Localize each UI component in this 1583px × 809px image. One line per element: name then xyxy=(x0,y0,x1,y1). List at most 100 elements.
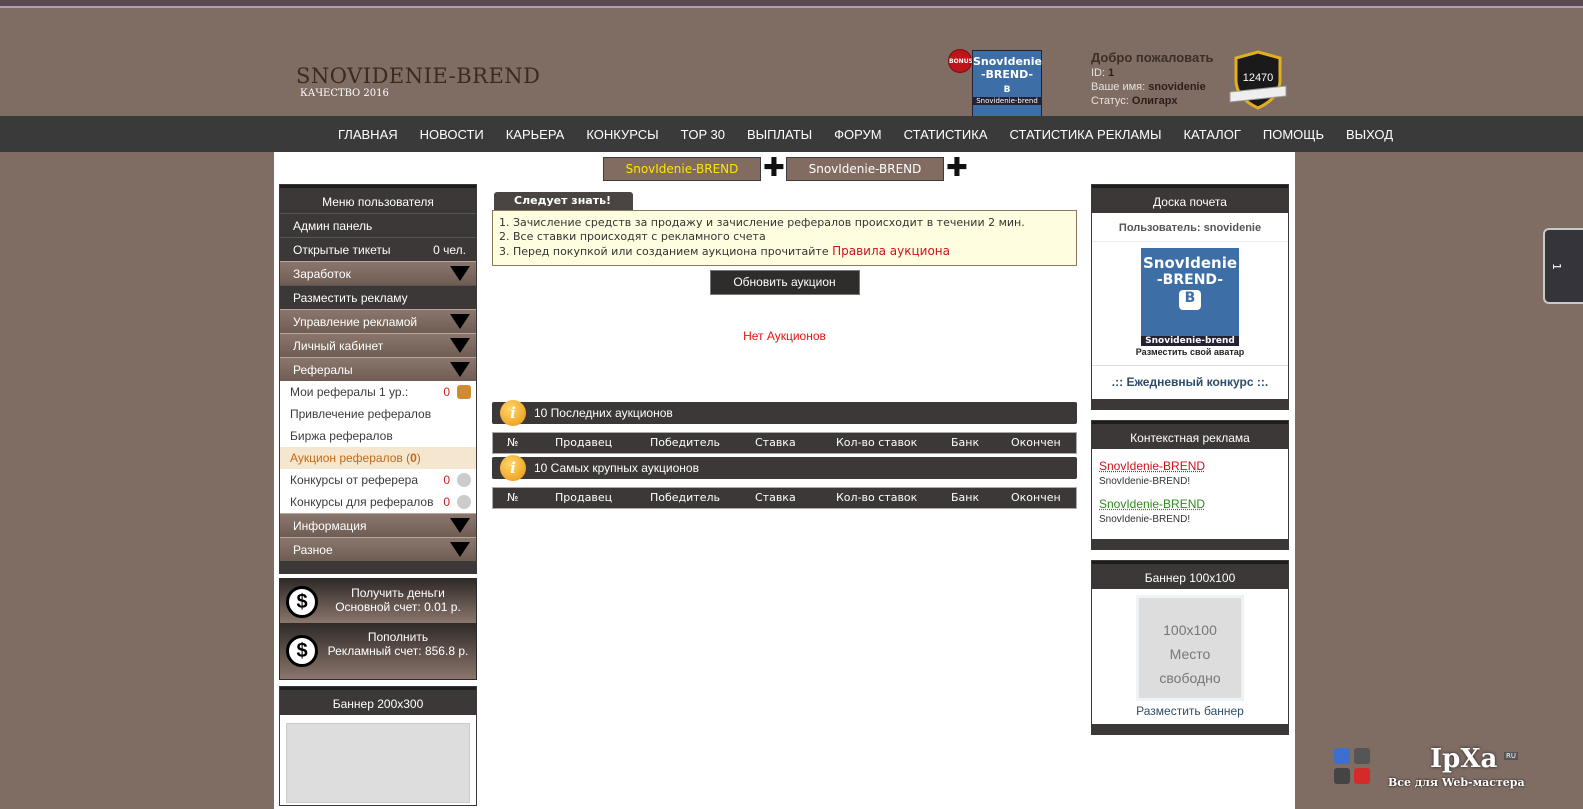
largest-auctions-table-header: № Продавец Победитель Ставка Кол-во став… xyxy=(492,487,1077,509)
tickets-count: 0 чел. xyxy=(433,243,466,257)
largest-auctions-title: 10 Самых крупных аукционов xyxy=(534,461,699,475)
place-avatar-link[interactable]: Разместить свой аватар xyxy=(1092,347,1288,366)
menu-label: Открытые тикеты xyxy=(293,243,391,257)
nav-career[interactable]: КАРЬЕРА xyxy=(495,116,576,152)
cube-icon xyxy=(1334,748,1350,764)
avatar-caption: Snovidenie-brend xyxy=(973,97,1041,105)
triangle-down-icon xyxy=(450,518,470,533)
menu-open-tickets[interactable]: Открытые тикеты 0 чел. xyxy=(280,237,476,261)
nav-help[interactable]: ПОМОЩЬ xyxy=(1252,116,1335,152)
largest-auctions-header: i 10 Самых крупных аукционов xyxy=(492,455,1077,481)
auction-count: 0 xyxy=(410,451,417,465)
ad-link[interactable]: SnovIdenie-BREND xyxy=(1099,459,1281,473)
ad-link[interactable]: SnovIdenie-BREND xyxy=(1099,497,1281,511)
withdraw-money-button[interactable]: $ Получить деньги Основной счет: 0.01 р. xyxy=(280,579,476,623)
avatar[interactable]: SnovIdenie -BREND- B Snovidenie-brend xyxy=(972,50,1042,120)
submenu-label: Мои рефералы 1 ур.: xyxy=(290,385,409,399)
banner-100-size: 100x100 xyxy=(1163,622,1217,638)
bonus-badge[interactable]: BONUS xyxy=(948,49,973,73)
ipxa-tagline: Все для Web-мастера xyxy=(1388,776,1525,789)
nav-catalog[interactable]: КАТАЛОГ xyxy=(1172,116,1251,152)
nav-payouts[interactable]: ВЫПЛАТЫ xyxy=(736,116,823,152)
honor-avatar[interactable]: SnovIdenie -BREND- B Snovidenie-brend xyxy=(1141,248,1239,346)
submenu-attract-referrals[interactable]: Привлечение рефералов xyxy=(280,403,476,425)
menu-label: Управление рекламой xyxy=(293,315,418,329)
submenu-label: Биржа рефералов xyxy=(290,429,393,443)
notice-line: 2. Все ставки происходят с рекламного сч… xyxy=(499,230,766,243)
auction-main: Следует знать! 1. Зачисление средств за … xyxy=(492,192,1077,509)
box-footer xyxy=(1092,539,1288,549)
refresh-auction-button[interactable]: Обновить аукцион xyxy=(709,270,860,295)
rating-value: 12470 xyxy=(1242,72,1274,84)
site-title[interactable]: SNOVIDENIE-BREND xyxy=(296,64,541,88)
context-ads: Контекстная реклама SnovIdenie-BREND Sno… xyxy=(1091,420,1289,550)
daily-contest-link[interactable]: .:: Ежедневный конкурс ::. xyxy=(1092,366,1288,399)
nav-ad-statistics[interactable]: СТАТИСТИКА РЕКЛАМЫ xyxy=(999,116,1173,152)
honor-avatar-text-1: SnovIdenie xyxy=(1142,254,1238,272)
brand-tab-2[interactable]: SnovIdenie-BREND xyxy=(786,157,944,181)
banner-200-area[interactable] xyxy=(286,723,470,803)
nav-forum[interactable]: ФОРУМ xyxy=(823,116,892,152)
last-auctions-title: 10 Последних аукционов xyxy=(534,406,673,420)
banner-100-text: Место xyxy=(1169,646,1211,662)
menu-place-ad[interactable]: Разместить рекламу xyxy=(280,285,476,309)
context-ads-title: Контекстная реклама xyxy=(1092,421,1288,449)
honor-board: Доска почета Пользователь: snovidenie Sn… xyxy=(1091,184,1289,410)
submenu-my-referrals[interactable]: Мои рефералы 1 ур.: 0 xyxy=(280,381,476,403)
user-name-label: Ваше имя: xyxy=(1091,81,1146,93)
submenu-contests-for-referrals[interactable]: Конкурсы для рефералов 0 xyxy=(280,491,476,513)
menu-information[interactable]: Информация xyxy=(280,513,476,537)
nav-logout[interactable]: ВЫХОД xyxy=(1335,116,1404,152)
plus-icon[interactable]: ✚ xyxy=(946,153,968,183)
col-bank: Банк xyxy=(951,436,980,449)
nav-home[interactable]: ГЛАВНАЯ xyxy=(327,116,409,152)
submenu-referral-exchange[interactable]: Биржа рефералов xyxy=(280,425,476,447)
submenu-contests-from-referrer[interactable]: Конкурсы от реферера 0 xyxy=(280,469,476,491)
nav-news[interactable]: НОВОСТИ xyxy=(409,116,495,152)
menu-label: Рефералы xyxy=(293,363,353,377)
menu-earnings[interactable]: Заработок xyxy=(280,261,476,285)
contests-for-count: 0 xyxy=(443,495,450,509)
menu-referrals[interactable]: Рефералы xyxy=(280,357,476,381)
ipxa-logo[interactable]: IpXa RU Все для Web-мастера xyxy=(1332,744,1532,804)
menu-cabinet[interactable]: Личный кабинет xyxy=(280,333,476,357)
people-icon xyxy=(457,385,471,399)
content-area: SnovIdenie-BREND ✚ SnovIdenie-BREND ✚ Ме… xyxy=(274,152,1295,809)
banner-100-placeholder[interactable]: 100x100 Место свободно xyxy=(1136,595,1244,701)
brand-tab-1[interactable]: SnovIdenie-BREND xyxy=(603,157,761,181)
user-menu: Меню пользователя Админ панель Открытые … xyxy=(279,184,477,574)
my-referrals-count: 0 xyxy=(443,385,450,399)
menu-admin-panel[interactable]: Админ панель xyxy=(280,213,476,237)
honor-avatar-caption: Snovidenie-brend xyxy=(1141,336,1239,346)
user-id-value: 1 xyxy=(1108,67,1115,79)
honor-avatar-text-2: -BREND- xyxy=(1156,272,1224,288)
box-footer xyxy=(1092,399,1288,409)
menu-misc[interactable]: Разное xyxy=(280,537,476,561)
topup-button[interactable]: $ Пополнить Рекламный счет: 856.8 р. xyxy=(280,623,476,679)
side-feedback-tab[interactable]: 1 xyxy=(1543,228,1583,304)
col-seller: Продавец xyxy=(555,436,613,449)
col-ended: Окончен xyxy=(1011,491,1061,504)
site-subtitle: КАЧЕСТВО 2016 xyxy=(300,88,389,99)
last-auctions-table-header: № Продавец Победитель Ставка Кол-во став… xyxy=(492,432,1077,454)
avatar-text-1: SnovIdenie xyxy=(973,55,1042,68)
place-banner-link[interactable]: Разместить баннер xyxy=(1092,704,1288,718)
plus-icon[interactable]: ✚ xyxy=(763,153,785,183)
triangle-down-icon xyxy=(450,338,470,353)
gear-icon xyxy=(457,473,471,487)
nav-contests[interactable]: КОНКУРСЫ xyxy=(575,116,669,152)
last-auctions-header: i 10 Последних аукционов xyxy=(492,400,1077,426)
menu-footer xyxy=(280,561,476,573)
auction-rules-link[interactable]: Правила аукциона xyxy=(832,244,950,258)
menu-manage-ads[interactable]: Управление рекламой xyxy=(280,309,476,333)
dollar-icon: $ xyxy=(286,635,318,667)
col-number: № xyxy=(507,436,519,449)
user-id-line: ID: 1 xyxy=(1091,67,1231,79)
col-seller: Продавец xyxy=(555,491,613,504)
submenu-referral-auction[interactable]: Аукцион рефералов (0) xyxy=(280,447,476,469)
col-bid: Ставка xyxy=(755,491,796,504)
banner-200-title: Баннер 200x300 xyxy=(280,687,476,715)
gear-icon xyxy=(457,495,471,509)
nav-statistics[interactable]: СТАТИСТИКА xyxy=(893,116,999,152)
nav-top30[interactable]: TOP 30 xyxy=(670,116,736,152)
